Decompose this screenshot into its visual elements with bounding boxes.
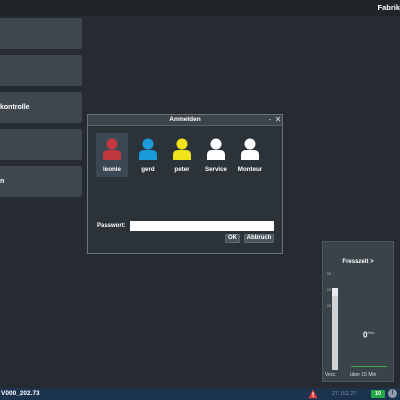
- status-bar: V000_202.73 27.152.27 10 i: [0, 388, 400, 400]
- close-icon[interactable]: ✕: [274, 115, 282, 125]
- menu-button-5[interactable]: n: [0, 166, 82, 197]
- user-leonie[interactable]: leonie: [96, 133, 128, 177]
- gauge-scale-label: 25: [326, 287, 331, 292]
- gauge-bar: [332, 288, 338, 370]
- user-service[interactable]: Service: [200, 133, 232, 177]
- dialog-titlebar[interactable]: Anmelden - ✕: [88, 115, 282, 126]
- minimize-icon[interactable]: -: [266, 115, 274, 125]
- login-dialog: Anmelden - ✕ leonie gerd peter Service M…: [87, 114, 283, 254]
- gauge-scale-label: 30: [326, 271, 331, 276]
- menu-button-label: kontrolle: [0, 104, 30, 111]
- user-avatar-icon: [139, 138, 157, 160]
- app-title: Fabrik: [377, 3, 400, 12]
- menu-button-2[interactable]: [0, 55, 82, 86]
- user-peter[interactable]: peter: [166, 133, 198, 177]
- user-avatar-icon: [241, 138, 259, 160]
- user-name: Monteur: [237, 166, 263, 173]
- top-bar: Fabrik: [0, 0, 400, 16]
- ok-button[interactable]: OK: [225, 234, 240, 243]
- gauge-indicator-line: [351, 366, 387, 367]
- menu-button-kontrolle[interactable]: kontrolle: [0, 92, 82, 123]
- version-label: V000_202.73: [1, 390, 40, 397]
- menu-button-1[interactable]: [0, 18, 82, 49]
- password-input[interactable]: [130, 221, 274, 231]
- user-avatar-icon: [103, 138, 121, 160]
- gauge-bar-cap: [332, 288, 338, 296]
- user-list: leonie gerd peter Service Monteur: [96, 133, 272, 177]
- gauge-left-label: Verz.: [325, 372, 337, 378]
- user-avatar-icon: [207, 138, 225, 160]
- gauge-value: 0Min.: [363, 330, 375, 340]
- menu-button-label: n: [0, 178, 5, 185]
- user-monteur[interactable]: Monteur: [234, 133, 266, 177]
- warning-triangle-icon[interactable]: [308, 389, 318, 399]
- info-icon[interactable]: i: [388, 389, 397, 398]
- ip-text: 27.152.27: [332, 391, 357, 397]
- gauge-scale-label: 20: [326, 303, 331, 308]
- connection-badge[interactable]: 10: [371, 390, 385, 398]
- password-label: Passwort:: [97, 223, 126, 229]
- gauge-right-label: über 15 Min: [350, 372, 377, 378]
- user-avatar-icon: [173, 138, 191, 160]
- menu-button-4[interactable]: [0, 129, 82, 160]
- gauge-unit: Min.: [367, 330, 376, 335]
- cancel-button[interactable]: Abbruch: [244, 234, 274, 243]
- feeding-time-gauge: Fresszeit > 30 25 20 0Min. Verz. über 15…: [322, 241, 394, 382]
- user-name: leonie: [103, 166, 121, 173]
- dialog-title: Anmelden: [169, 116, 201, 123]
- gauge-title[interactable]: Fresszeit >: [323, 259, 393, 265]
- user-gerd[interactable]: gerd: [132, 133, 164, 177]
